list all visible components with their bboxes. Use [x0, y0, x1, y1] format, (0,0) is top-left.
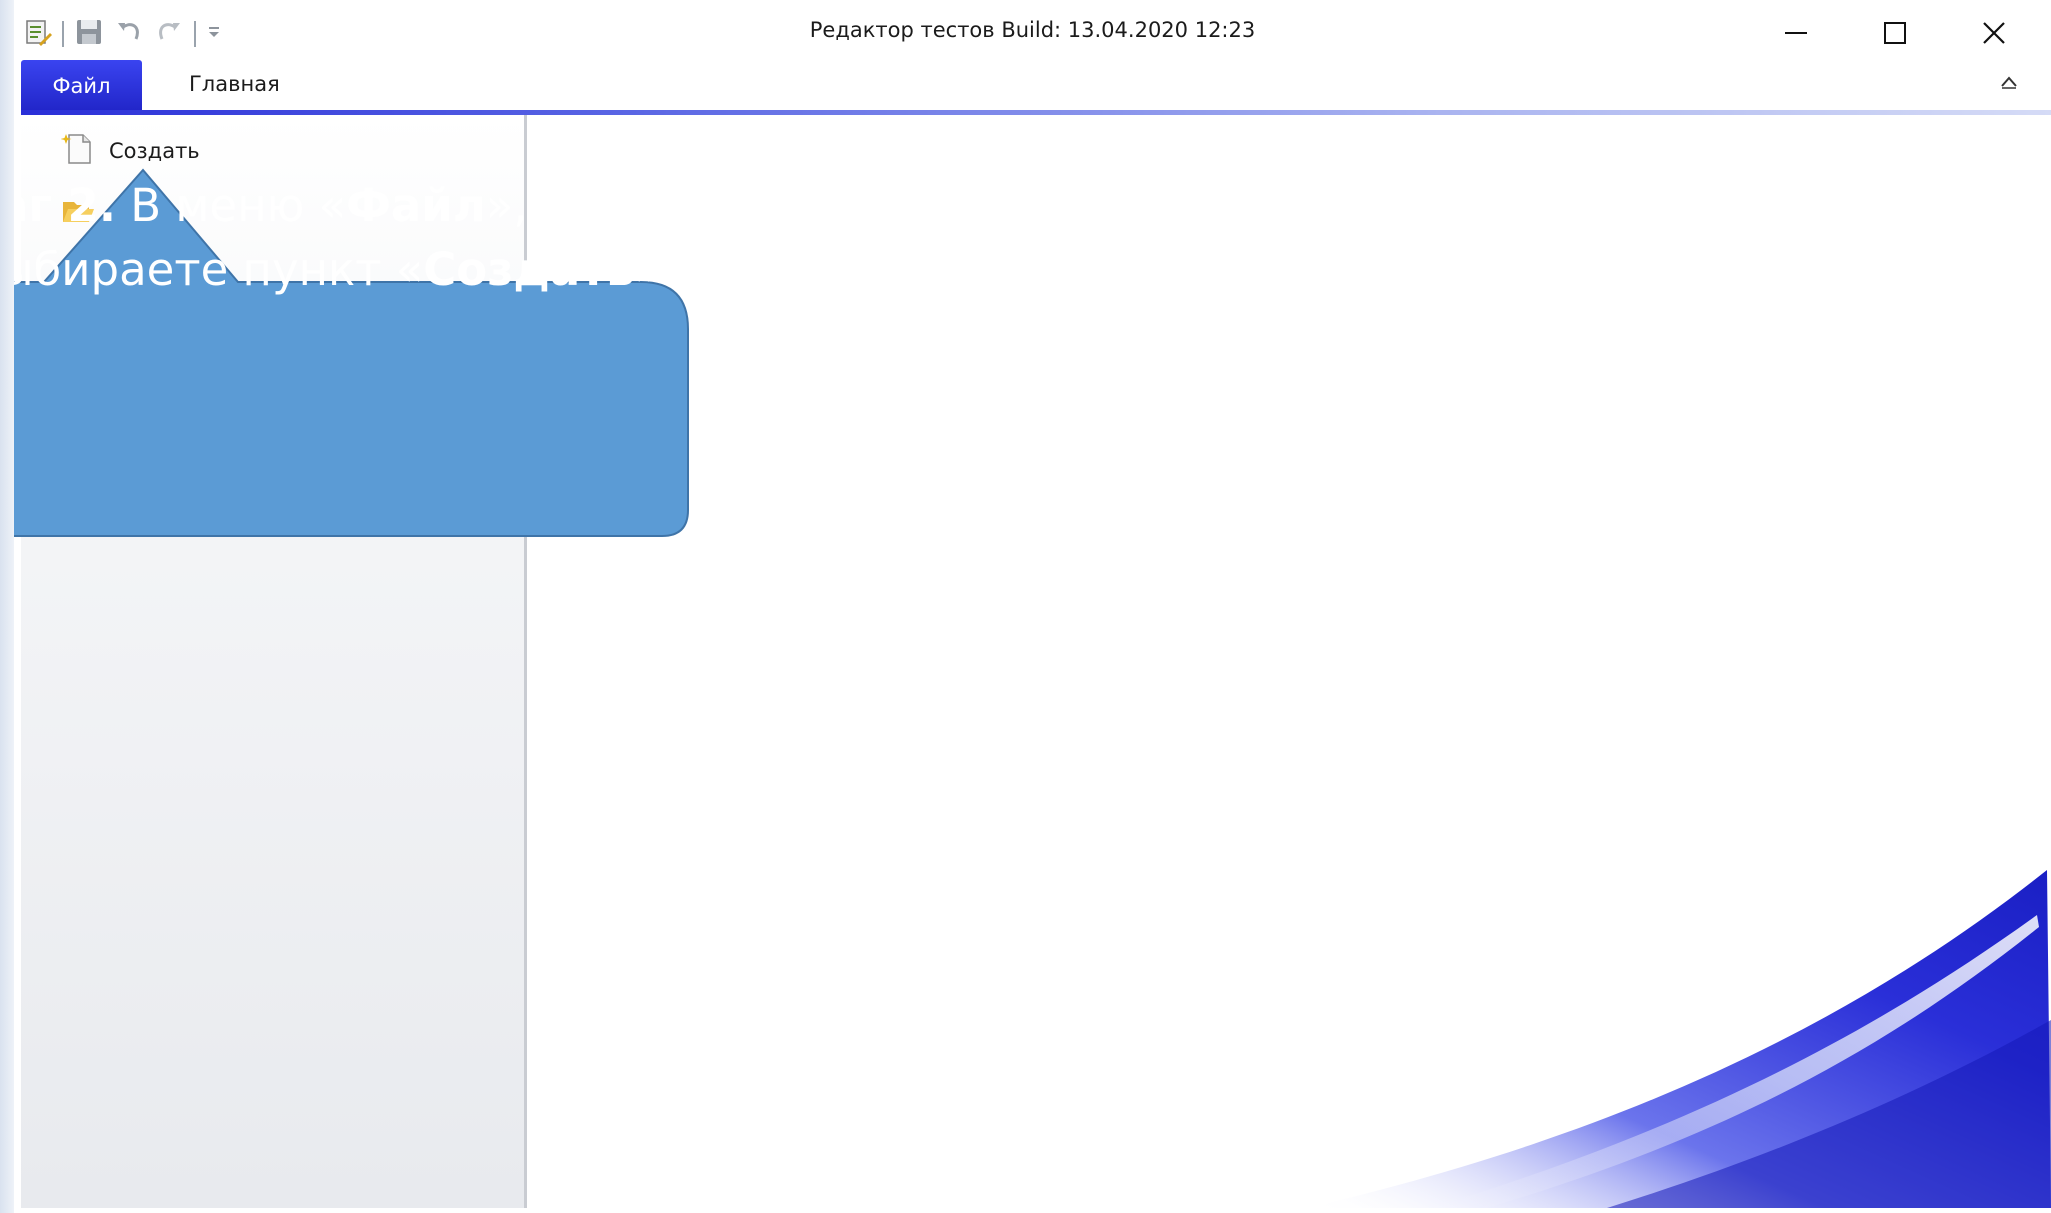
callout-menu-name: Файл: [346, 179, 486, 232]
close-button[interactable]: [1952, 6, 2036, 64]
redo-icon[interactable]: [154, 17, 184, 51]
callout-text: аг 2. В меню «Файл», ыбираете пункт «Соз…: [14, 174, 718, 302]
collapse-ribbon-button[interactable]: [1995, 70, 2023, 98]
callout-line-2: ыбираете пункт «Создать»: [14, 238, 718, 302]
callout-text-part: »,: [485, 179, 528, 232]
decorative-swoosh: [1307, 870, 2051, 1208]
callout-step-number: аг 2.: [14, 179, 116, 232]
callout-text-part: В меню «: [115, 179, 347, 232]
maximize-button[interactable]: [1853, 6, 1937, 64]
app-window: Редактор тестов Build: 13.04.2020 12:23 …: [14, 0, 2051, 1213]
undo-icon[interactable]: [114, 17, 144, 51]
app-icon[interactable]: [24, 17, 52, 51]
quick-access-toolbar: [24, 14, 222, 54]
content-area: [527, 115, 2051, 1208]
callout-text-part: »: [634, 243, 663, 296]
new-document-icon: [60, 132, 95, 171]
callout-line-1: аг 2. В меню «Файл»,: [14, 174, 718, 238]
title-bar: Редактор тестов Build: 13.04.2020 12:23: [14, 0, 2051, 66]
minimize-button[interactable]: [1754, 6, 1838, 64]
close-icon: [1980, 19, 2008, 51]
qat-separator: [62, 21, 64, 47]
callout-text-part: ыбираете пункт «: [14, 243, 424, 296]
tab-file[interactable]: Файл: [21, 60, 142, 112]
minimize-icon: [1783, 20, 1809, 50]
collapse-ribbon-icon: [1999, 73, 2019, 95]
window-title: Редактор тестов Build: 13.04.2020 12:23: [809, 18, 1256, 42]
tab-home[interactable]: Главная: [189, 72, 280, 96]
ribbon-tab-bar: Файл Главная: [14, 58, 2051, 114]
slide-left-strip: [0, 0, 14, 1213]
save-icon[interactable]: [74, 17, 104, 51]
customize-qat-icon[interactable]: [206, 17, 222, 51]
menu-item-create[interactable]: Создать: [60, 129, 200, 173]
maximize-icon: [1882, 20, 1908, 50]
qat-separator: [194, 21, 196, 47]
callout-item-name: Создать: [423, 243, 635, 296]
menu-item-label: Создать: [109, 139, 200, 163]
